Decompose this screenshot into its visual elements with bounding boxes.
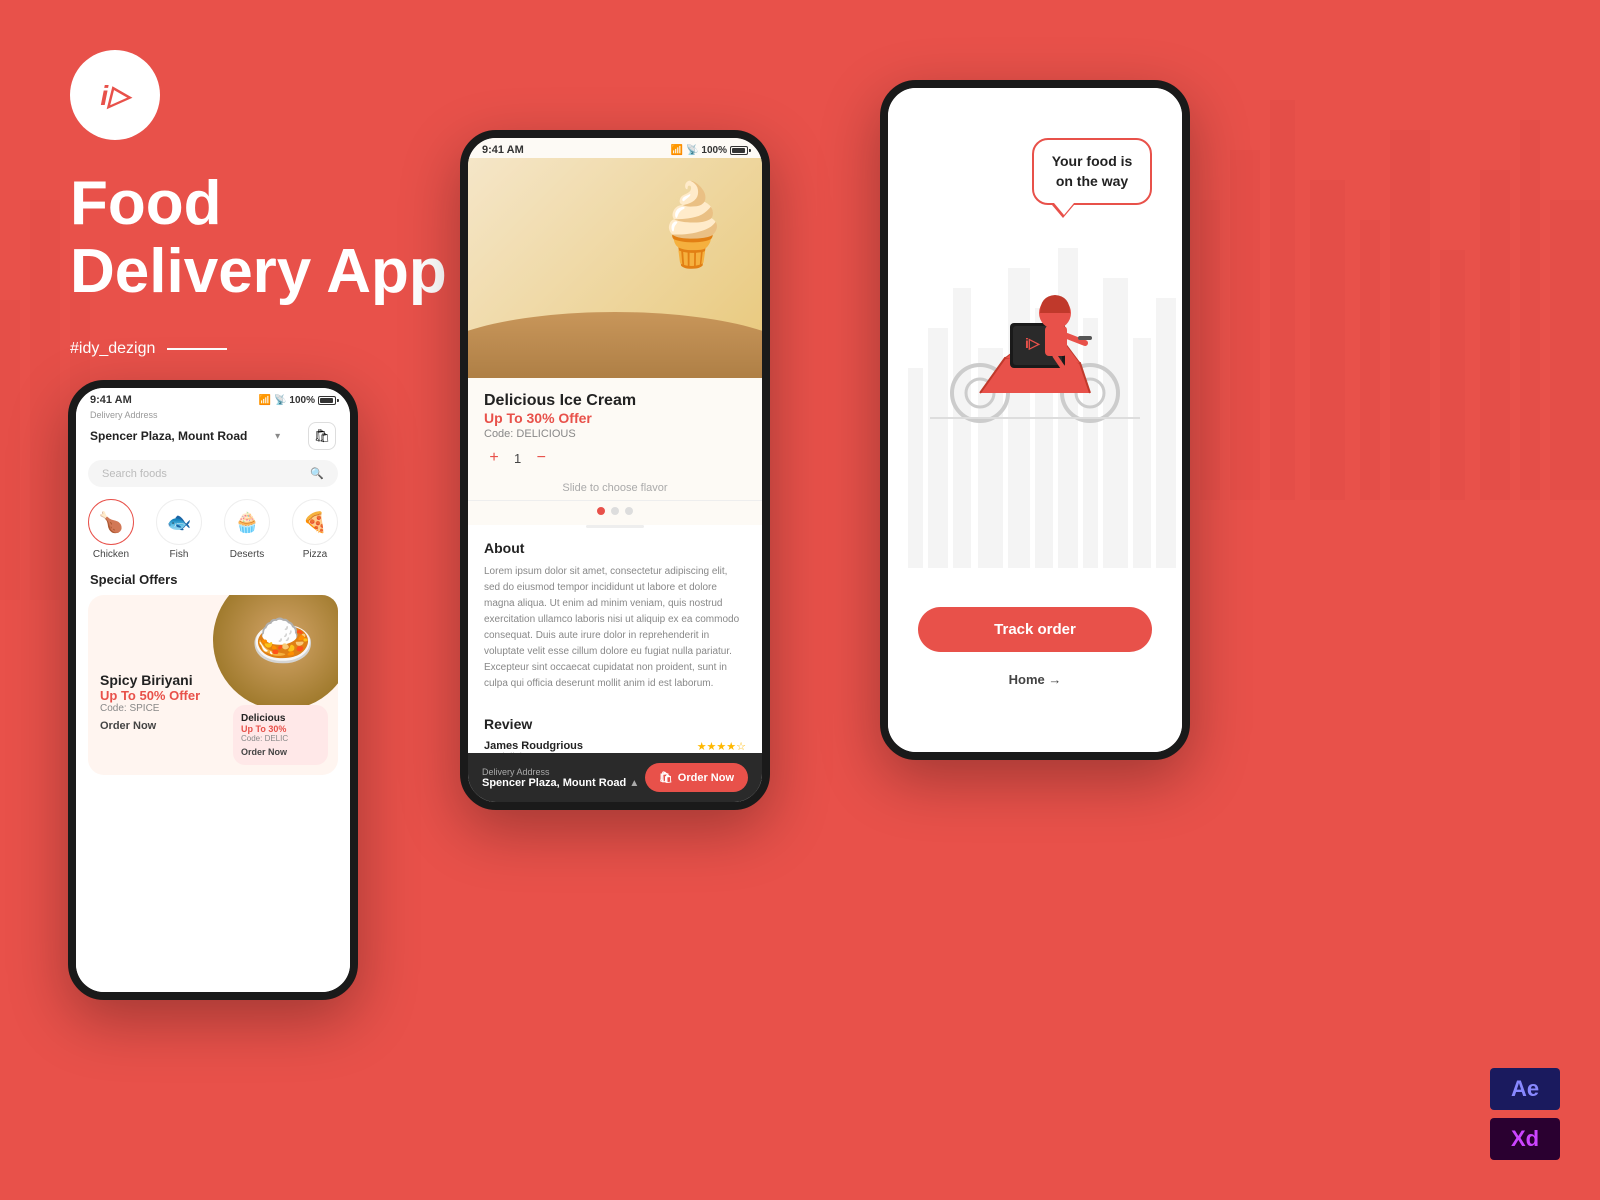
pizza-label: Pizza	[303, 549, 327, 560]
chevron-up-icon: ▲	[629, 778, 639, 789]
fish-icon: 🐟	[156, 499, 202, 545]
brand-hashtag: #idy_dezign	[70, 340, 227, 358]
review-title: Review	[484, 716, 746, 732]
cart-icon[interactable]: 🛍	[308, 422, 336, 450]
phone1-search-bar[interactable]: Search foods 🔍	[88, 460, 338, 487]
phone1-home: 9:41 AM 📶 📡 100% Delivery Address Spence…	[68, 380, 358, 1000]
deserts-label: Deserts	[230, 549, 264, 560]
chicken-label: Chicken	[93, 549, 129, 560]
phone1-categories: 🍗 Chicken 🐟 Fish 🧁 Deserts 🍕 Pizza	[76, 491, 350, 568]
phone2-bottom-addr: Spencer Plaza, Mount Road ▲	[482, 777, 639, 789]
phone1-battery: 100%	[289, 395, 315, 406]
delivery-scooter: i▷	[925, 248, 1145, 433]
speech-bubble-text: Your food is on the way	[1052, 153, 1133, 189]
offer2-order-btn[interactable]: Order Now	[241, 747, 320, 757]
phone2-status-bar: 9:41 AM 📶 📡 100%	[468, 138, 762, 158]
flavor-dot-1[interactable]	[597, 507, 605, 515]
phone2-product-offer: Up To 30% Offer	[484, 410, 746, 426]
review-item-3: Jane Foster Yummy & tasty best ice cream…	[484, 802, 746, 810]
speech-bubble: Your food is on the way	[1032, 138, 1152, 205]
category-pizza[interactable]: 🍕 Pizza	[292, 499, 338, 560]
phone1-address: Spencer Plaza, Mount Road	[90, 429, 247, 443]
battery2-icon	[730, 146, 748, 155]
reviewer3-name: Jane Foster	[484, 802, 641, 810]
svg-text:i▷: i▷	[1025, 335, 1041, 351]
reviewer3-stars: ★★★★★	[697, 802, 746, 810]
signal2-icon: 📡	[686, 145, 698, 156]
fish-label: Fish	[170, 549, 189, 560]
phone1-address-row: Spencer Plaza, Mount Road ▾ 🛍	[76, 420, 350, 456]
phone2-product-code: Code: DELICIOUS	[484, 428, 746, 440]
phone2-about-section: About Lorem ipsum dolor sit amet, consec…	[468, 528, 762, 704]
phone2-status-icons: 📶 📡 100%	[671, 145, 748, 156]
phone2-bottom-addr-group: Delivery Address Spencer Plaza, Mount Ro…	[482, 767, 639, 789]
phone1-time: 9:41 AM	[90, 394, 132, 406]
wifi-icon: 📶	[259, 395, 271, 406]
phone2-flavor-dots	[468, 501, 762, 525]
phone2-time: 9:41 AM	[482, 144, 524, 156]
offer2-title: Delicious	[241, 713, 320, 724]
bag-icon: 🛍	[659, 771, 673, 784]
phone2-flavor-label: Slide to choose flavor	[468, 476, 762, 501]
phone2-bottom-bar: Delivery Address Spencer Plaza, Mount Ro…	[468, 753, 762, 802]
phone2-battery: 100%	[701, 145, 727, 156]
phone2-bottom-addr-label: Delivery Address	[482, 767, 639, 777]
phone1-delivery-label: Delivery Address	[76, 408, 350, 420]
ice-cream-icon: 🍦	[642, 178, 742, 272]
deserts-icon: 🧁	[224, 499, 270, 545]
about-text: Lorem ipsum dolor sit amet, consectetur …	[484, 564, 746, 692]
category-deserts[interactable]: 🧁 Deserts	[224, 499, 270, 560]
flavor-dot-2[interactable]	[611, 507, 619, 515]
signal-icon: 📡	[274, 395, 286, 406]
phone2-detail: 9:41 AM 📶 📡 100% 🍦 Delicious Ice Cream U…	[460, 130, 770, 810]
app-logo: i▷	[70, 50, 160, 140]
brand-title-line1: Food	[70, 170, 447, 238]
adobe-xd-badge: Xd	[1490, 1118, 1560, 1160]
wooden-board	[468, 312, 762, 378]
quantity-value: 1	[514, 451, 521, 466]
brand-title: Food Delivery App	[70, 170, 447, 306]
offer-card-1: 🍛 Spicy Biriyani Up To 50% Offer Code: S…	[88, 595, 338, 775]
quantity-minus-btn[interactable]: −	[531, 448, 551, 468]
offer2-percentage: Up To 30%	[241, 724, 320, 734]
phone2-product-image: 🍦	[468, 158, 762, 378]
search-icon[interactable]: 🔍	[310, 467, 324, 480]
scooter-svg: i▷	[925, 248, 1145, 428]
phone2-product-info: Delicious Ice Cream Up To 30% Offer Code…	[468, 378, 762, 476]
phone1-status-bar: 9:41 AM 📶 📡 100%	[76, 388, 350, 408]
pizza-icon: 🍕	[292, 499, 338, 545]
search-placeholder: Search foods	[102, 468, 167, 480]
phone1-special-offers-title: Special Offers	[76, 568, 350, 595]
phone2-quantity-row: + 1 −	[484, 448, 746, 468]
wifi2-icon: 📶	[671, 145, 683, 156]
phone2-order-btn[interactable]: 🛍 Order Now	[645, 763, 748, 792]
phone3-tracking: Your food is on the way i▷	[880, 80, 1190, 760]
adobe-ae-badge: Ae	[1490, 1068, 1560, 1110]
phone1-status-icons: 📶 📡 100%	[259, 395, 336, 406]
reviewer1-name: James Roudgrious	[484, 740, 583, 752]
about-title: About	[484, 540, 746, 556]
category-chicken[interactable]: 🍗 Chicken	[88, 499, 134, 560]
logo-icon: i▷	[100, 79, 129, 112]
quantity-plus-btn[interactable]: +	[484, 448, 504, 468]
offer2-code: Code: DELIC	[241, 734, 320, 743]
home-link[interactable]: Home →	[888, 672, 1182, 687]
chevron-down-icon: ▾	[275, 431, 280, 442]
battery-icon	[318, 396, 336, 405]
category-fish[interactable]: 🐟 Fish	[156, 499, 202, 560]
reviewer1-stars: ★★★★☆	[697, 740, 746, 753]
track-order-btn[interactable]: Track order	[918, 607, 1152, 652]
phone2-product-title: Delicious Ice Cream	[484, 392, 746, 410]
flavor-dot-3[interactable]	[625, 507, 633, 515]
chicken-icon: 🍗	[88, 499, 134, 545]
brand-title-line2: Delivery App	[70, 238, 447, 306]
offer-card-2: Delicious Up To 30% Code: DELIC Order No…	[233, 705, 328, 765]
